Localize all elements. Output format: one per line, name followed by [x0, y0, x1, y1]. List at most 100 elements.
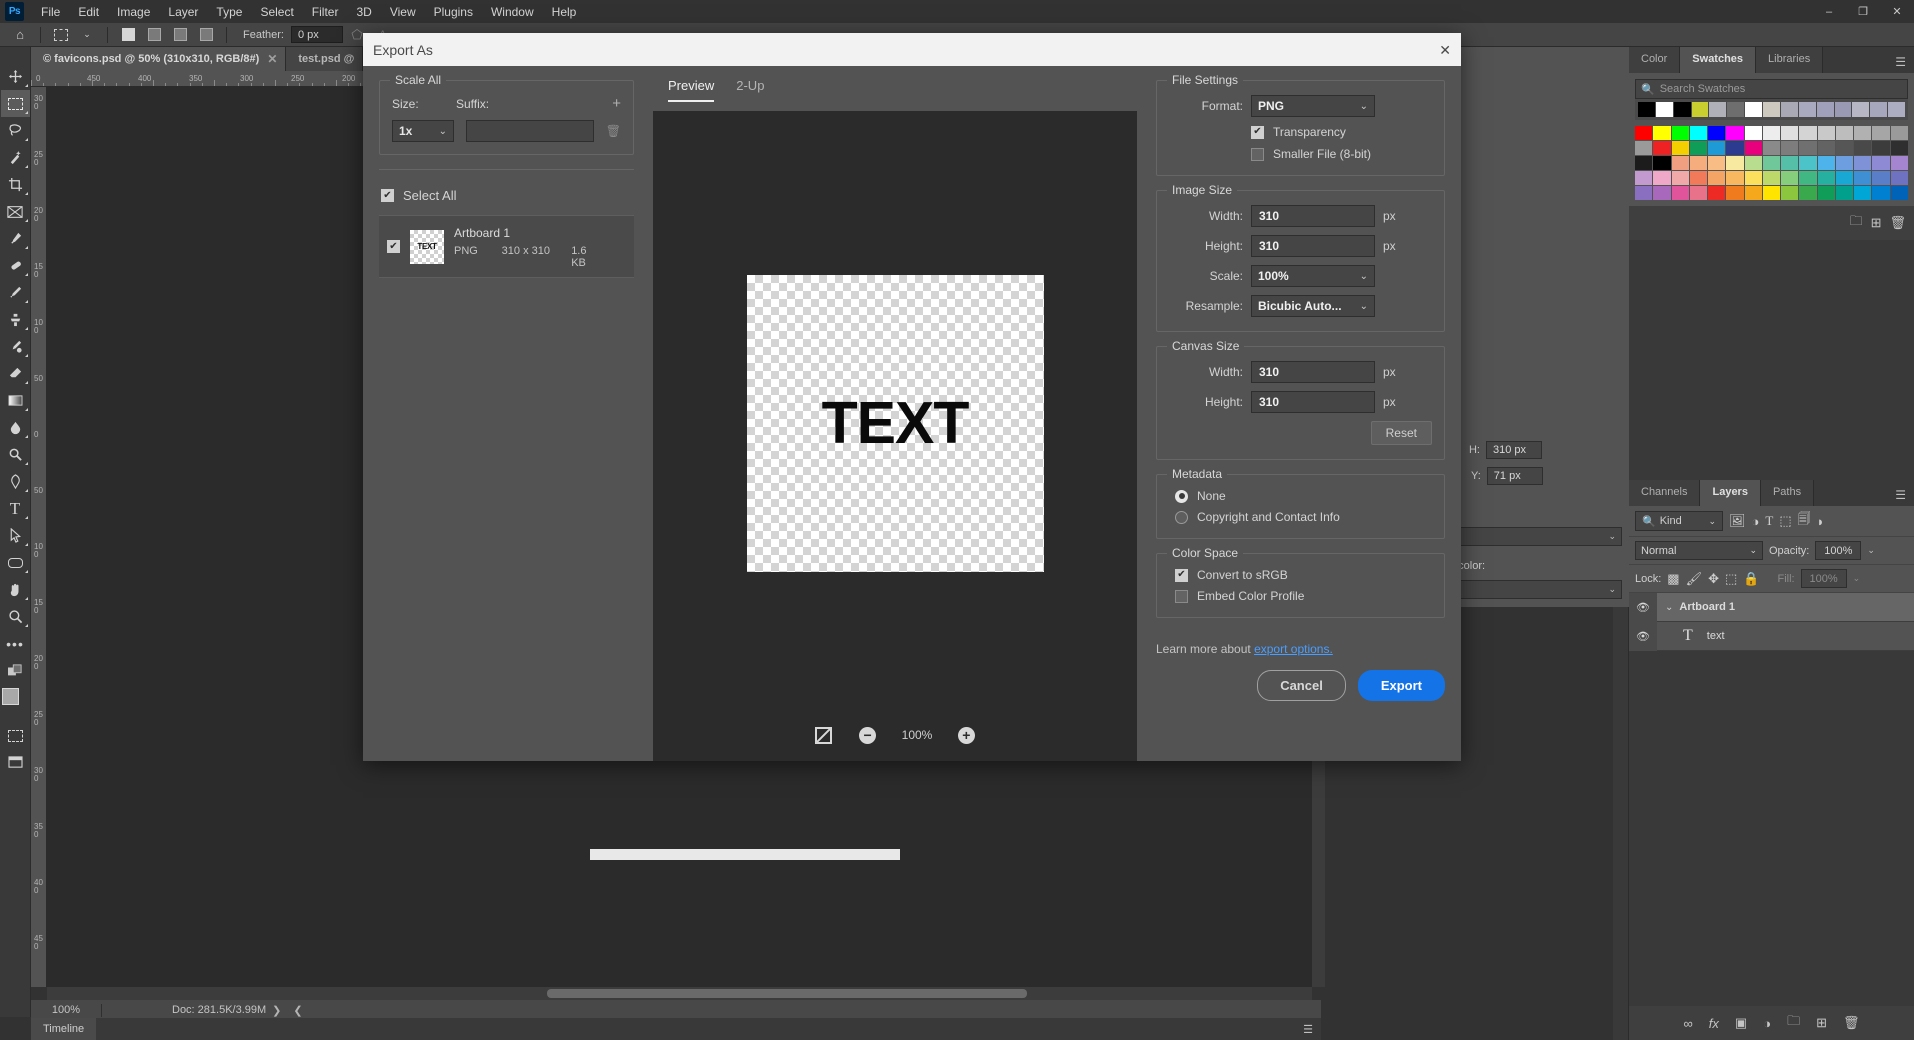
swatch-chip[interactable] — [1745, 156, 1762, 170]
move-tool[interactable] — [1, 63, 30, 90]
swatch-chip[interactable] — [1653, 171, 1670, 185]
brush-tool[interactable] — [1, 279, 30, 306]
swatch-chip[interactable] — [1672, 156, 1689, 170]
height-input[interactable]: 310 px — [1486, 441, 1542, 459]
lock-all-icon[interactable]: 🔒 — [1743, 571, 1759, 587]
swatch-chip[interactable] — [1799, 156, 1816, 170]
swatch-chip[interactable] — [1781, 171, 1798, 185]
menu-edit[interactable]: Edit — [69, 2, 108, 22]
swatch-chip[interactable] — [1745, 186, 1762, 200]
y-input[interactable]: 71 px — [1487, 467, 1543, 485]
group-icon[interactable]: 🗀 — [1787, 1012, 1800, 1034]
add-to-selection-icon[interactable] — [142, 25, 166, 45]
swatch-chip[interactable] — [1854, 171, 1871, 185]
pen-tool[interactable] — [1, 468, 30, 495]
swatch-chip[interactable] — [1672, 171, 1689, 185]
swatch-chip[interactable] — [1799, 102, 1816, 117]
swatch-chip[interactable] — [1745, 171, 1762, 185]
swatch-chip[interactable] — [1708, 156, 1725, 170]
image-height-input[interactable]: 310 — [1251, 235, 1375, 257]
new-layer-icon[interactable]: ⊞ — [1816, 1015, 1827, 1031]
delete-swatch-icon[interactable]: 🗑 — [1889, 215, 1906, 231]
swatch-chip[interactable] — [1854, 156, 1871, 170]
swatch-chip[interactable] — [1763, 102, 1780, 117]
swatch-chip[interactable] — [1852, 102, 1869, 117]
tab-paths[interactable]: Paths — [1761, 480, 1814, 506]
export-button[interactable]: Export — [1358, 670, 1445, 701]
swatch-chip[interactable] — [1870, 102, 1887, 117]
swatch-chip[interactable] — [1836, 156, 1853, 170]
background-color-select[interactable]: ⌄ — [1449, 580, 1622, 599]
swatch-chip[interactable] — [1690, 156, 1707, 170]
tab-layers[interactable]: Layers — [1700, 480, 1760, 506]
type-filter-icon[interactable]: T — [1765, 513, 1773, 529]
image-scale-select[interactable]: 100% ⌄ — [1251, 265, 1375, 287]
rectangular-marquee-tool[interactable] — [1, 90, 30, 117]
select-all-checkbox[interactable] — [381, 189, 394, 202]
swatch-chip[interactable] — [1638, 102, 1655, 117]
swatch-chip[interactable] — [1708, 126, 1725, 140]
swatch-chip[interactable] — [1653, 126, 1670, 140]
layer-row-artboard-1[interactable]: 👁 ⌄ Artboard 1 — [1629, 593, 1914, 622]
swatch-chip[interactable] — [1726, 156, 1743, 170]
menu-view[interactable]: View — [381, 2, 425, 22]
swatch-chip[interactable] — [1781, 186, 1798, 200]
swatch-chip[interactable] — [1690, 171, 1707, 185]
chevron-down-icon[interactable]: ⌄ — [75, 25, 99, 45]
type-tool[interactable]: T — [1, 495, 30, 522]
swatch-chip[interactable] — [1635, 141, 1652, 155]
menu-type[interactable]: Type — [207, 2, 251, 22]
format-select[interactable]: PNG ⌄ — [1251, 95, 1375, 117]
menu-help[interactable]: Help — [543, 2, 586, 22]
subtract-from-selection-icon[interactable] — [168, 25, 192, 45]
hand-tool[interactable] — [1, 576, 30, 603]
swatch-chip[interactable] — [1690, 126, 1707, 140]
swatch-chip[interactable] — [1708, 171, 1725, 185]
home-icon[interactable]: ⌂ — [8, 25, 32, 45]
panel-menu-icon[interactable]: ☰ — [1895, 55, 1906, 69]
frame-tool[interactable] — [1, 198, 30, 225]
tab-2up[interactable]: 2-Up — [736, 78, 764, 102]
search-swatches-input[interactable] — [1660, 83, 1902, 95]
close-window-button[interactable]: ✕ — [1880, 0, 1914, 23]
metadata-copyright-radio[interactable] — [1175, 511, 1188, 524]
adjustment-icon[interactable]: ◑ — [1763, 1016, 1771, 1031]
scrollbar-thumb[interactable] — [547, 989, 1027, 998]
embed-profile-row[interactable]: Embed Color Profile — [1169, 589, 1432, 603]
menu-window[interactable]: Window — [482, 2, 543, 22]
swatch-chip[interactable] — [1763, 186, 1780, 200]
swatch-chip[interactable] — [1854, 126, 1871, 140]
zoom-level-field[interactable]: 100% — [31, 1004, 101, 1016]
status-next-icon[interactable]: ❯ — [266, 1004, 287, 1017]
swatch-chip[interactable] — [1727, 102, 1744, 117]
swatch-chip[interactable] — [1891, 126, 1908, 140]
swatch-chip[interactable] — [1635, 156, 1652, 170]
blur-tool[interactable] — [1, 414, 30, 441]
image-filter-icon[interactable]: 🖼 — [1729, 513, 1746, 529]
gradient-tool[interactable] — [1, 387, 30, 414]
tab-swatches[interactable]: Swatches — [1680, 47, 1756, 73]
swatch-chip[interactable] — [1872, 171, 1889, 185]
menu-select[interactable]: Select — [251, 2, 302, 22]
mask-icon[interactable]: ▣ — [1735, 1015, 1747, 1031]
swatch-chip[interactable] — [1891, 186, 1908, 200]
asset-row-artboard-1[interactable]: TEXT Artboard 1 PNG 310 x 310 1.6 KB — [379, 215, 634, 278]
edit-toolbar-icon[interactable]: ••• — [1, 630, 30, 657]
document-tab-favicons[interactable]: © favicons.psd @ 50% (310x310, RGB/8#) ✕ — [31, 47, 286, 71]
intersect-selection-icon[interactable] — [194, 25, 218, 45]
swatch-chip[interactable] — [1763, 156, 1780, 170]
swatch-chip[interactable] — [1818, 186, 1835, 200]
history-brush-tool[interactable] — [1, 333, 30, 360]
screen-mode-icon[interactable] — [1, 749, 30, 776]
layer-visibility-icon[interactable]: 👁 — [1629, 622, 1657, 651]
swatch-chip[interactable] — [1763, 141, 1780, 155]
swatch-chip[interactable] — [1818, 126, 1835, 140]
blend-mode-select[interactable]: Normal ⌄ — [1635, 541, 1763, 560]
tab-libraries[interactable]: Libraries — [1756, 47, 1823, 73]
zoom-out-icon[interactable]: − — [858, 725, 878, 745]
new-swatch-icon[interactable]: ⊞ — [1871, 215, 1882, 231]
convert-srgb-row[interactable]: Convert to sRGB — [1169, 568, 1432, 582]
swatch-chip[interactable] — [1891, 171, 1908, 185]
swatch-chip[interactable] — [1799, 141, 1816, 155]
minimize-button[interactable]: – — [1812, 0, 1846, 23]
